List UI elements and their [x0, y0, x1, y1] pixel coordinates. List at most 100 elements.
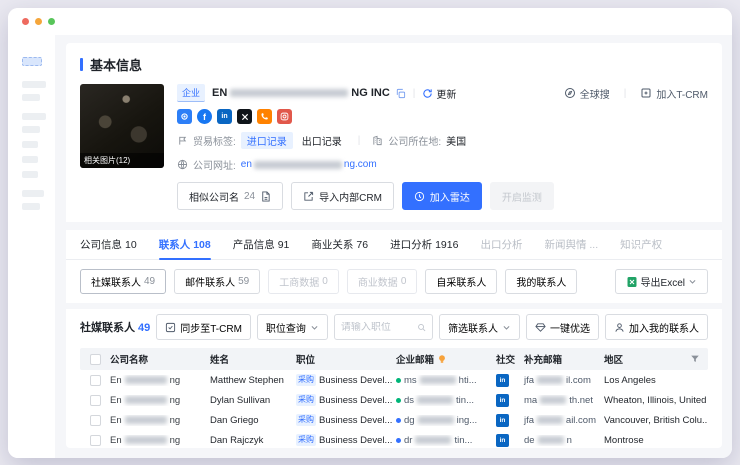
filter-my-contacts[interactable]: 我的联系人: [505, 269, 577, 294]
sidebar-skeleton-item[interactable]: [22, 171, 38, 178]
company-photo[interactable]: 相关图片(12): [80, 84, 164, 168]
trade-tags-row: 贸易标签: 进口记录 出口记录 | 公司所在地: 美国: [177, 132, 708, 149]
cell-position: 采购Business Devel...: [292, 374, 392, 386]
filter-funnel-icon[interactable]: [690, 354, 700, 364]
tab-products[interactable]: 产品信息91: [233, 230, 290, 259]
position-query-dropdown[interactable]: 职位查询: [257, 314, 328, 340]
column-header-name: 姓名: [206, 352, 292, 366]
search-icon[interactable]: [417, 322, 426, 333]
cell-email: dstin...: [392, 395, 492, 406]
tab-business-relations[interactable]: 商业关系76: [311, 230, 368, 259]
company-prefix: En: [110, 395, 122, 406]
chevron-down-icon: [502, 323, 511, 332]
hint-bulb-icon[interactable]: [437, 354, 447, 364]
position-search-input[interactable]: [341, 322, 413, 333]
role-tag: 采购: [296, 434, 316, 446]
sidebar-skeleton-item[interactable]: [22, 126, 40, 133]
tab-contacts[interactable]: 联系人108: [159, 230, 211, 259]
company-name-prefix: EN: [212, 87, 227, 99]
sidebar-skeleton-item[interactable]: [22, 94, 40, 101]
trade-flag-icon: [177, 135, 188, 146]
sync-to-tcrm-button[interactable]: 同步至T-CRM: [156, 314, 251, 340]
cell-region: Los Angeles: [600, 375, 708, 386]
website-link[interactable]: en ng.com: [241, 159, 377, 170]
linkedin-icon[interactable]: in: [496, 414, 509, 427]
linkedin-icon[interactable]: in: [496, 394, 509, 407]
phone-icon[interactable]: [257, 109, 272, 124]
row-checkbox[interactable]: [90, 435, 101, 446]
linkedin-icon[interactable]: in: [496, 434, 509, 447]
cell-company: En ng: [106, 395, 206, 406]
company-suffix: ng: [170, 395, 181, 406]
extra-email-redacted: [538, 436, 564, 444]
filter-label: 自采联系人: [436, 274, 486, 289]
copy-icon[interactable]: [395, 88, 406, 99]
minimize-window-icon[interactable]: [35, 18, 42, 25]
row-checkbox[interactable]: [90, 395, 101, 406]
export-excel-button[interactable]: 导出Excel: [615, 269, 708, 294]
import-records-tag[interactable]: 进口记录: [241, 132, 293, 149]
email-status-dot: [396, 398, 401, 403]
column-header-position: 职位: [292, 352, 392, 366]
email-status-dot: [396, 378, 401, 383]
radar-icon: [414, 191, 425, 202]
filter-social-contacts[interactable]: 社媒联系人49: [80, 269, 166, 294]
instagram-icon[interactable]: [277, 109, 292, 124]
similar-companies-button[interactable]: 相似公司名 24: [177, 182, 283, 210]
facebook-icon[interactable]: f: [197, 109, 212, 124]
company-name-redacted: [230, 89, 348, 97]
similar-companies-count: 24: [244, 191, 255, 202]
tab-news-sentiment[interactable]: 新闻舆情 ...: [544, 230, 598, 259]
filter-contacts-dropdown[interactable]: 筛选联系人: [439, 314, 520, 340]
add-radar-label: 加入雷达: [430, 189, 470, 204]
tab-company-info[interactable]: 公司信息10: [80, 230, 137, 259]
filter-self-collected[interactable]: 自采联系人: [425, 269, 497, 294]
company-suffix: ng: [170, 435, 181, 446]
sidebar-skeleton-item[interactable]: [22, 113, 46, 120]
table-row[interactable]: Enng Dan Rajczyk 采购Business Devel... drt…: [80, 430, 708, 448]
select-all-checkbox[interactable]: [90, 354, 101, 365]
sidebar-skeleton-item[interactable]: [22, 203, 40, 210]
filter-label: 邮件联系人: [185, 274, 235, 289]
column-header-company: 公司名称: [106, 352, 206, 366]
cell-name: Dan Rajczyk: [206, 435, 292, 446]
x-twitter-icon[interactable]: [237, 109, 252, 124]
add-radar-button[interactable]: 加入雷达: [402, 182, 482, 210]
start-monitoring-button: 开启监测: [490, 182, 554, 210]
import-internal-crm-button[interactable]: 导入内部CRM: [291, 182, 394, 210]
app-icon[interactable]: [177, 109, 192, 124]
tab-intellectual-property[interactable]: 知识产权: [620, 230, 662, 259]
linkedin-icon[interactable]: in: [217, 109, 232, 124]
main-content-area: 基本信息 相关图片(12) 企业 EN NG INC: [55, 35, 732, 458]
tab-import-analysis[interactable]: 进口分析1916: [390, 230, 458, 259]
email-prefix: dg: [404, 415, 415, 426]
one-click-optimize-button[interactable]: 一键优选: [526, 314, 599, 340]
sidebar-skeleton-item[interactable]: [22, 156, 38, 163]
close-window-icon[interactable]: [22, 18, 29, 25]
filter-email-contacts[interactable]: 邮件联系人59: [174, 269, 260, 294]
cell-region: Wheaton, Illinois, United ...: [600, 395, 708, 406]
sidebar-skeleton-item[interactable]: [22, 190, 44, 197]
maximize-window-icon[interactable]: [48, 18, 55, 25]
sidebar-skeleton-item[interactable]: [22, 141, 38, 148]
update-button[interactable]: 更新: [422, 86, 456, 101]
add-to-my-contacts-button[interactable]: 加入我的联系人: [605, 314, 708, 340]
row-checkbox[interactable]: [90, 375, 101, 386]
column-header-email-label: 企业邮箱: [396, 352, 434, 366]
divider: |: [624, 88, 627, 99]
join-tcrm-button[interactable]: 加入T-CRM: [640, 86, 708, 101]
linkedin-icon[interactable]: in: [496, 374, 509, 387]
sidebar-skeleton-item-active[interactable]: [22, 57, 42, 66]
global-search-button[interactable]: 全球搜: [564, 86, 610, 101]
table-row[interactable]: Enng Dan Griego 采购Business Devel... dgin…: [80, 410, 708, 430]
table-row[interactable]: Enng Dylan Sullivan 采购Business Devel... …: [80, 390, 708, 410]
export-records-tag[interactable]: 出口记录: [298, 132, 346, 149]
role-tag: 采购: [296, 374, 316, 386]
sync-to-tcrm-label: 同步至T-CRM: [180, 320, 242, 335]
tab-export-analysis[interactable]: 出口分析: [480, 230, 522, 259]
sidebar-skeleton-item[interactable]: [22, 81, 46, 88]
globe-icon: [177, 159, 188, 170]
extra-email-suffix: n: [567, 435, 572, 446]
row-checkbox[interactable]: [90, 415, 101, 426]
table-row[interactable]: Enng Matthew Stephen 采购Business Devel...…: [80, 370, 708, 390]
